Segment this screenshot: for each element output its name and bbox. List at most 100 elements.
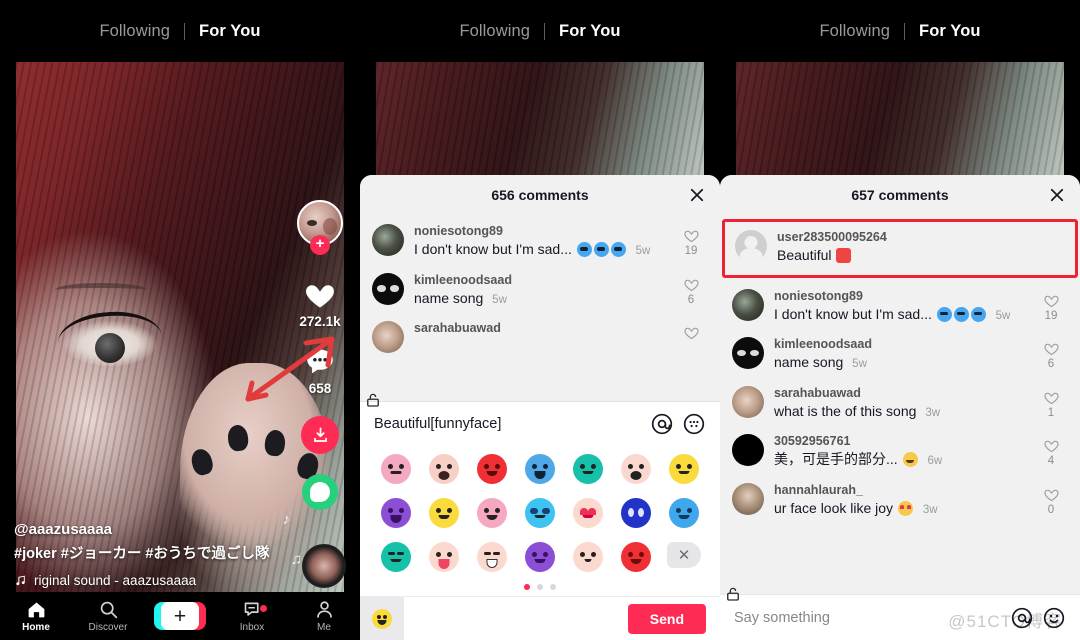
commenter-name[interactable]: sarahabuawad [774,386,1036,400]
commenter-avatar[interactable] [372,224,404,256]
comment-row[interactable]: noniesotong89 I don't know but I'm sad..… [720,282,1080,331]
sad-tear-emoji[interactable] [429,498,459,528]
at-mention-icon[interactable] [1010,606,1034,630]
rage-face-emoji[interactable] [381,498,411,528]
neutral-face-emoji[interactable] [381,454,411,484]
nav-home[interactable]: Home [5,599,67,633]
at-mention-icon[interactable] [650,412,674,436]
smirk-face-emoji[interactable] [381,542,411,572]
tab-following[interactable]: Following [819,22,890,41]
commenter-name[interactable]: kimleenoodsaad [414,273,676,287]
comment-like[interactable]: 19 [1036,289,1066,322]
emoji-keyboard-icon[interactable] [682,412,706,436]
close-icon[interactable] [1048,186,1066,204]
crying-face-emoji[interactable] [525,454,555,484]
commenter-avatar[interactable] [735,230,767,262]
shocked-face-emoji[interactable] [621,454,651,484]
comment-body: kimleenoodsaad name song 5w [414,273,676,308]
send-button[interactable]: Send [627,603,706,634]
nav-me[interactable]: Me [293,599,355,633]
commenter-name[interactable]: kimleenoodsaad [774,337,1036,351]
comment-row[interactable]: 30592956761 美，可是手的部分... 6w 4 [720,427,1080,476]
comment-row[interactable]: sarahabuawad what is the of this song 3w… [720,379,1080,428]
dizzy-face-emoji[interactable] [669,454,699,484]
furious-face-emoji[interactable] [621,542,651,572]
comment-input-placeholder[interactable]: Say something [734,610,1002,626]
commenter-avatar[interactable] [732,482,764,515]
nav-inbox[interactable]: Inbox [221,599,283,633]
download-button[interactable] [301,416,339,454]
blank-face-emoji[interactable] [573,542,603,572]
comment-like[interactable] [676,321,706,341]
comment-like[interactable]: 1 [1036,386,1066,419]
tab-for-you[interactable]: For You [919,22,981,41]
sweat-face-emoji[interactable] [573,454,603,484]
commenter-avatar[interactable] [372,321,404,353]
comment-list[interactable]: user283500095264 Beautiful noniesotong89… [720,215,1080,594]
commenter-name[interactable]: noniesotong89 [774,289,1036,303]
tab-for-you[interactable]: For You [559,22,621,41]
tongue-out-emoji[interactable] [429,542,459,572]
sneeze-face-emoji[interactable] [429,454,459,484]
commenter-name[interactable]: user283500095264 [777,230,1063,244]
commenter-avatar[interactable] [732,434,764,466]
page-dot[interactable] [537,584,543,590]
comment-row[interactable]: hannahlaurah_ ur face look like joy 3w 0 [720,476,1080,525]
tab-following[interactable]: Following [99,22,170,41]
new-comment-highlight[interactable]: user283500095264 Beautiful [722,219,1078,278]
comment-row[interactable]: noniesotong89 I don't know but I'm sad..… [360,217,720,266]
author-avatar[interactable]: + [297,200,343,255]
comment-like-count: 6 [1047,358,1055,370]
page-dot[interactable] [550,584,556,590]
commenter-name[interactable]: 30592956761 [774,434,1036,448]
joy-tears-emoji[interactable] [477,542,507,572]
devil-face-emoji[interactable] [525,542,555,572]
heart-eyes-emoji[interactable] [573,498,603,528]
comment-like[interactable]: 6 [1036,337,1066,370]
emoji-grid[interactable]: ✕ [360,444,720,576]
nav-discover[interactable]: Discover [77,599,139,633]
backspace-icon[interactable]: ✕ [667,542,701,568]
commenter-avatar[interactable] [732,385,764,418]
sound-disc[interactable] [302,544,346,588]
page-dot-active[interactable] [524,584,530,590]
comment-row[interactable]: sarahabuawad [360,314,720,360]
comment-list[interactable]: noniesotong89 I don't know but I'm sad..… [360,215,720,401]
caption-hashtags[interactable]: #joker #ジョーカー #おうちで過ごし隊 [14,545,284,565]
commenter-avatar[interactable] [732,337,764,369]
commenter-name[interactable]: hannahlaurah_ [774,483,1036,497]
tab-for-you[interactable]: For You [199,22,261,41]
weary-face-emoji[interactable] [621,498,651,528]
smiley-icon[interactable] [360,596,404,640]
share-button[interactable] [302,474,338,510]
comment-row[interactable]: kimleenoodsaad name song 5w 6 [360,266,720,315]
keyboard-footer: Send [360,596,720,640]
like-button[interactable]: 272.1k [299,278,341,329]
caption-sound[interactable]: riginal sound - aaazusaaaa [14,573,284,588]
comment-like[interactable]: 0 [1036,483,1066,516]
eyebrow-detail [55,282,148,297]
commenter-name[interactable]: sarahabuawad [414,321,676,335]
comment-text-wrap: ur face look like joy 3w [774,500,1036,518]
commenter-name[interactable]: noniesotong89 [414,224,676,238]
close-icon[interactable] [688,186,706,204]
caption-username[interactable]: @aaazusaaaa [14,521,284,538]
comment-input-value[interactable]: Beautiful[funnyface] [374,416,642,432]
comment-composer[interactable]: @51CTO博客 Say something [720,587,1080,640]
commenter-avatar[interactable] [372,272,404,305]
comment-like[interactable]: 6 [676,273,706,306]
angry-face-emoji[interactable] [477,454,507,484]
tab-following[interactable]: Following [459,22,530,41]
smiley-icon[interactable] [1042,606,1066,630]
crying-blue-emoji[interactable] [669,498,699,528]
commenter-avatar[interactable] [732,288,764,321]
comment-like[interactable]: 19 [676,224,706,257]
comment-input-bar[interactable]: Beautiful[funnyface] [360,401,720,444]
comment-row[interactable]: kimleenoodsaad name song 5w 6 [720,330,1080,379]
follow-plus-badge[interactable]: + [310,235,330,255]
crying-emoji [610,242,626,257]
comment-like[interactable]: 4 [1036,434,1066,467]
nav-create[interactable]: + [149,602,211,630]
smiling-face-emoji[interactable] [477,498,507,528]
cool-sunglasses-emoji[interactable] [525,498,555,528]
